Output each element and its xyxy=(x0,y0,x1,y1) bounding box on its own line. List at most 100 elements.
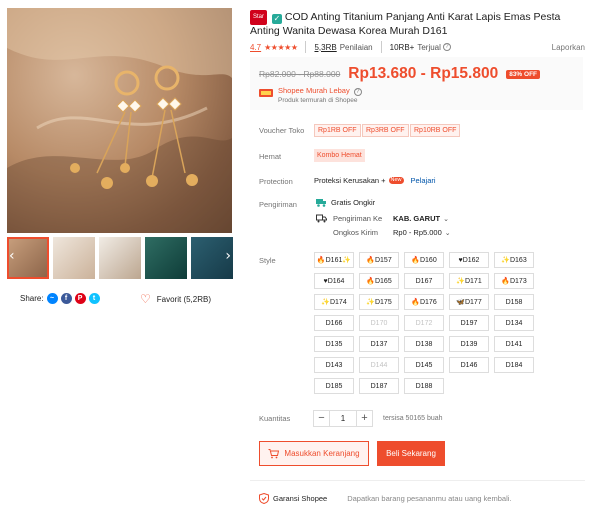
style-option[interactable]: ♥D162 xyxy=(449,252,489,268)
chevron-down-icon: ⌄ xyxy=(443,215,449,223)
style-option[interactable]: 🦋D177 xyxy=(449,294,489,310)
new-badge: New xyxy=(388,177,404,184)
report-link[interactable]: Laporkan xyxy=(552,43,585,52)
style-label: Style xyxy=(259,256,276,265)
ratings-label: Penilaian xyxy=(339,42,373,52)
prev-arrow-icon[interactable]: ‹ xyxy=(9,248,15,264)
style-option: D170 xyxy=(359,315,399,331)
shield-icon xyxy=(259,493,269,504)
thumbnail-1[interactable]: ‹ xyxy=(7,237,49,279)
voucher-chip[interactable]: Rp3RB OFF xyxy=(362,124,409,137)
style-option[interactable]: D158 xyxy=(494,294,534,310)
product-main-image[interactable] xyxy=(7,8,232,233)
style-option[interactable]: D187 xyxy=(359,378,399,394)
style-option[interactable]: D134 xyxy=(494,315,534,331)
guarantee-title: Garansi Shopee xyxy=(273,494,328,503)
style-option[interactable]: ✨D174 xyxy=(314,294,354,310)
quantity-stepper: − 1 + tersisa 50165 buah xyxy=(313,410,443,427)
shipping-cost-label: Ongkos Kirim xyxy=(333,228,379,237)
shopee-guarantee[interactable]: Garansi Shopee Dapatkan barang pesananmu… xyxy=(259,493,512,504)
increase-button[interactable]: + xyxy=(356,410,373,427)
style-option[interactable]: D138 xyxy=(404,336,444,352)
style-option[interactable]: 🔥D157 xyxy=(359,252,399,268)
style-option[interactable]: D145 xyxy=(404,357,444,373)
pinterest-icon[interactable]: P xyxy=(74,293,86,304)
sold-count: 10RB+ xyxy=(389,42,415,52)
guarantee-subtitle: Dapatkan barang pesananmu atau uang kemb… xyxy=(347,494,512,503)
style-option[interactable]: ✨D163 xyxy=(494,252,534,268)
style-option[interactable]: 🔥D161✨ xyxy=(314,252,354,268)
facebook-icon[interactable]: f xyxy=(60,293,72,304)
cart-icon xyxy=(268,448,280,458)
buy-now-button[interactable]: Beli Sekarang xyxy=(377,441,445,466)
voucher-label: Voucher Toko xyxy=(259,126,305,135)
style-option[interactable]: D166 xyxy=(314,315,354,331)
free-shipping-icon xyxy=(316,199,326,207)
protection-text: Proteksi Kerusakan + xyxy=(314,176,386,185)
style-option[interactable]: 🔥D173 xyxy=(494,273,534,289)
style-option[interactable]: D143 xyxy=(314,357,354,373)
share-label: Share: xyxy=(20,294,44,303)
thumbnail-strip: ‹ › xyxy=(7,237,233,279)
thumbnail-3[interactable] xyxy=(99,237,141,279)
question-icon[interactable]: ? xyxy=(353,88,362,96)
twitter-icon[interactable]: t xyxy=(88,293,100,304)
style-option[interactable]: D167 xyxy=(404,273,444,289)
question-icon[interactable]: ? xyxy=(442,43,451,51)
price-row: Rp82.000 - Rp88.000 Rp13.680 - Rp15.800 … xyxy=(259,65,541,83)
product-title-text: COD Anting Titanium Panjang Anti Karat L… xyxy=(250,11,561,37)
style-option[interactable]: D137 xyxy=(359,336,399,352)
combo-chip[interactable]: Kombo Hemat xyxy=(314,149,365,162)
thumbnail-4[interactable] xyxy=(145,237,187,279)
style-option[interactable]: D141 xyxy=(494,336,534,352)
ship-to-value[interactable]: KAB. GARUT ⌄ xyxy=(393,214,449,223)
style-option[interactable]: D185 xyxy=(314,378,354,394)
shipping-cost-value[interactable]: Rp0 - Rp5.000 ⌄ xyxy=(393,228,451,237)
quantity-input[interactable]: 1 xyxy=(330,410,356,427)
style-option: D144 xyxy=(359,357,399,373)
style-option[interactable]: D146 xyxy=(449,357,489,373)
verified-check-icon: ✓ xyxy=(271,14,282,24)
add-to-cart-button[interactable]: Masukkan Keranjang xyxy=(259,441,369,466)
discount-badge: 83% OFF xyxy=(506,69,541,79)
style-option[interactable]: D188 xyxy=(404,378,444,394)
next-arrow-icon[interactable]: › xyxy=(225,248,231,264)
share-row: Share: ~ f P t xyxy=(20,293,100,304)
style-option[interactable]: 🔥D165 xyxy=(359,273,399,289)
free-shipping-text: Gratis Ongkir xyxy=(331,198,376,207)
learn-link[interactable]: Pelajari xyxy=(411,176,436,185)
messenger-icon[interactable]: ~ xyxy=(46,293,58,304)
store-info[interactable]: Shopee Murah Lebay ? Produk termurah di … xyxy=(259,86,362,105)
voucher-chip[interactable]: Rp1RB OFF xyxy=(314,124,361,137)
ratings-count[interactable]: 5,3RB xyxy=(314,43,336,52)
rating-value[interactable]: 4.7 xyxy=(250,43,261,52)
protection-row: Proteksi Kerusakan + New Pelajari xyxy=(314,176,436,185)
store-subtitle: Produk termurah di Shopee xyxy=(278,97,358,104)
heart-icon: ♡ xyxy=(140,292,151,306)
divider xyxy=(250,480,585,481)
divider xyxy=(305,41,307,53)
shipping-label: Pengiriman xyxy=(259,200,297,209)
voucher-chip[interactable]: Rp10RB OFF xyxy=(410,124,461,137)
quantity-label: Kuantitas xyxy=(259,414,291,423)
style-option[interactable]: D184 xyxy=(494,357,534,373)
style-option[interactable]: D135 xyxy=(314,336,354,352)
ship-to-label: Pengiriman Ke xyxy=(333,214,383,223)
ship-to-row: Pengiriman Ke KAB. GARUT ⌄ xyxy=(316,214,449,223)
style-option[interactable]: 🔥D160 xyxy=(404,252,444,268)
style-option[interactable]: 🔥D176 xyxy=(404,294,444,310)
style-option[interactable]: ✨D171 xyxy=(449,273,489,289)
style-option[interactable]: ♥D164 xyxy=(314,273,354,289)
protection-label: Protection xyxy=(259,177,293,186)
style-option[interactable]: D197 xyxy=(449,315,489,331)
store-name[interactable]: Shopee Murah Lebay ? xyxy=(278,86,362,96)
style-option[interactable]: D139 xyxy=(449,336,489,352)
style-option[interactable]: ✨D175 xyxy=(359,294,399,310)
hemat-label: Hemat xyxy=(259,152,282,161)
favorite-button[interactable]: ♡ Favorit (5,2RB) xyxy=(140,292,211,306)
decrease-button[interactable]: − xyxy=(313,410,330,427)
favorite-label: Favorit (5,2RB) xyxy=(156,294,211,304)
thumbnail-5[interactable]: › xyxy=(191,237,233,279)
thumbnail-2[interactable] xyxy=(53,237,95,279)
product-stats: 4.7 ★★★★★ 5,3RB Penilaian 10RB+ Terjual … xyxy=(250,41,585,53)
